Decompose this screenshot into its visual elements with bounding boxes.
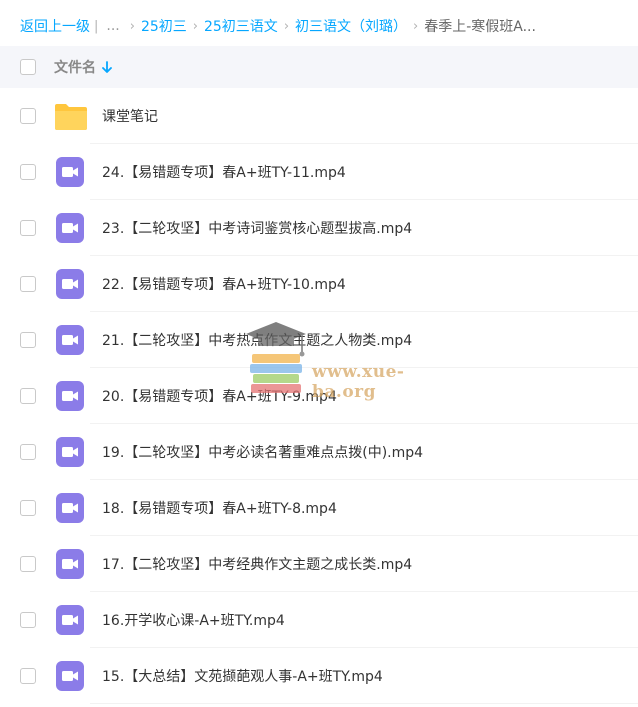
breadcrumb-current: 春季上-寒假班A... xyxy=(424,19,536,35)
chevron-right-icon: › xyxy=(129,18,135,34)
row-checkbox[interactable] xyxy=(20,556,36,572)
breadcrumb-item-teacher[interactable]: 初三语文（刘璐） xyxy=(295,16,407,36)
breadcrumb-item-grade[interactable]: 25初三 xyxy=(141,16,187,36)
file-name[interactable]: 15.【大总结】文苑撷葩观人事-A+班TY.mp4 xyxy=(102,666,383,686)
select-all-checkbox[interactable] xyxy=(20,59,36,75)
file-name[interactable]: 19.【二轮攻坚】中考必读名著重难点点拨(中).mp4 xyxy=(102,442,423,462)
file-row[interactable]: 21.【二轮攻坚】中考热点作文主题之人物类.mp4 xyxy=(0,312,638,368)
file-name[interactable]: 课堂笔记 xyxy=(102,106,158,126)
row-checkbox[interactable] xyxy=(20,444,36,460)
file-row[interactable]: 15.【大总结】文苑撷葩观人事-A+班TY.mp4 xyxy=(0,648,638,704)
breadcrumb: 返回上一级 | ... › 25初三 › 25初三语文 › 初三语文（刘璐） ›… xyxy=(0,0,638,52)
file-row[interactable]: 23.【二轮攻坚】中考诗词鉴赏核心题型拔高.mp4 xyxy=(0,200,638,256)
row-checkbox[interactable] xyxy=(20,500,36,516)
folder-row[interactable]: 课堂笔记 xyxy=(0,88,638,144)
row-checkbox[interactable] xyxy=(20,612,36,628)
video-file-icon xyxy=(56,325,84,355)
file-name[interactable]: 23.【二轮攻坚】中考诗词鉴赏核心题型拔高.mp4 xyxy=(102,218,412,238)
breadcrumb-ellipsis[interactable]: ... xyxy=(106,18,119,34)
video-file-icon xyxy=(56,549,84,579)
file-name[interactable]: 22.【易错题专项】春A+班TY-10.mp4 xyxy=(102,274,346,294)
file-row[interactable]: 16.开学收心课-A+班TY.mp4 xyxy=(0,592,638,648)
chevron-right-icon: › xyxy=(413,18,419,34)
video-file-icon xyxy=(56,157,84,187)
file-name[interactable]: 24.【易错题专项】春A+班TY-11.mp4 xyxy=(102,162,346,182)
file-name[interactable]: 21.【二轮攻坚】中考热点作文主题之人物类.mp4 xyxy=(102,330,412,350)
chevron-right-icon: › xyxy=(283,18,290,34)
video-file-icon xyxy=(56,269,84,299)
video-file-icon xyxy=(56,493,84,523)
row-checkbox[interactable] xyxy=(20,332,36,348)
file-row[interactable]: 19.【二轮攻坚】中考必读名著重难点点拨(中).mp4 xyxy=(0,424,638,480)
sort-by-name-button[interactable]: 文件名 xyxy=(54,57,112,77)
column-label-filename: 文件名 xyxy=(54,60,96,76)
video-file-icon xyxy=(56,381,84,411)
video-file-icon xyxy=(56,437,84,467)
chevron-right-icon: › xyxy=(192,18,198,34)
row-checkbox[interactable] xyxy=(20,220,36,236)
arrow-down-icon xyxy=(102,60,112,74)
row-checkbox[interactable] xyxy=(20,276,36,292)
file-name[interactable]: 18.【易错题专项】春A+班TY-8.mp4 xyxy=(102,498,337,518)
folder-icon xyxy=(55,104,87,130)
video-file-icon xyxy=(56,661,84,691)
row-checkbox[interactable] xyxy=(20,108,36,124)
file-row[interactable]: 24.【易错题专项】春A+班TY-11.mp4 xyxy=(0,144,638,200)
row-checkbox[interactable] xyxy=(20,388,36,404)
file-name[interactable]: 20.【易错题专项】春A+班TY-9.mp4 xyxy=(102,386,337,406)
file-row[interactable]: 22.【易错题专项】春A+班TY-10.mp4 xyxy=(0,256,638,312)
video-file-icon xyxy=(56,605,84,635)
file-row[interactable]: 20.【易错题专项】春A+班TY-9.mp4 xyxy=(0,368,638,424)
back-link[interactable]: 返回上一级 xyxy=(20,16,90,36)
video-file-icon xyxy=(56,213,84,243)
breadcrumb-item-chinese[interactable]: 25初三语文 xyxy=(204,16,278,36)
row-checkbox[interactable] xyxy=(20,164,36,180)
file-list-header: 文件名 xyxy=(0,46,638,88)
file-row[interactable]: 18.【易错题专项】春A+班TY-8.mp4 xyxy=(0,480,638,536)
file-name[interactable]: 16.开学收心课-A+班TY.mp4 xyxy=(102,610,285,630)
file-name[interactable]: 17.【二轮攻坚】中考经典作文主题之成长类.mp4 xyxy=(102,554,412,574)
file-row[interactable]: 17.【二轮攻坚】中考经典作文主题之成长类.mp4 xyxy=(0,536,638,592)
breadcrumb-divider: | xyxy=(94,18,99,34)
row-divider xyxy=(90,703,638,704)
row-checkbox[interactable] xyxy=(20,668,36,684)
